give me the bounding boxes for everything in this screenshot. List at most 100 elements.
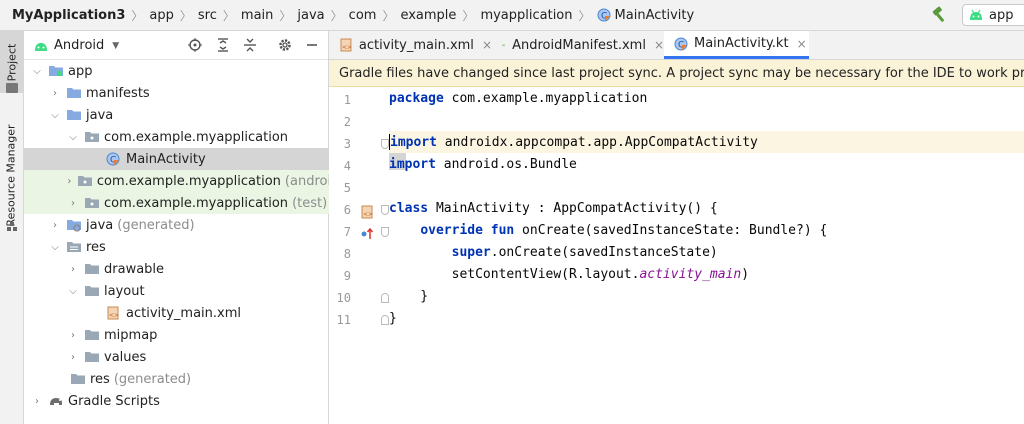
tree-item-values[interactable]: › values: [24, 346, 370, 368]
collapse-all-icon[interactable]: [243, 38, 257, 52]
generated-folder-icon: [66, 218, 82, 232]
chevron-right-icon: 〉: [578, 8, 591, 23]
code-line[interactable]: [389, 109, 1024, 131]
chevron-right-icon[interactable]: ›: [66, 174, 73, 188]
code-token: }: [389, 310, 397, 326]
breadcrumb-mainactivity[interactable]: MainActivity: [615, 8, 695, 23]
fold-marker-icon[interactable]: [381, 205, 389, 215]
run-configuration-selector[interactable]: app: [962, 4, 1024, 26]
hide-panel-icon[interactable]: [305, 38, 319, 52]
fold-marker-icon[interactable]: [381, 293, 389, 303]
fold-marker-icon[interactable]: [381, 227, 389, 237]
project-view-selector[interactable]: Android ▼: [34, 31, 119, 60]
breadcrumb-main[interactable]: main: [241, 8, 273, 23]
override-gutter-icon[interactable]: [360, 227, 374, 245]
tab-label: AndroidManifest.xml: [512, 37, 646, 53]
editor-tab-bar: <> activity_main.xml × MF AndroidManifes…: [329, 31, 1024, 60]
tree-item-res[interactable]: ⌵ res: [24, 236, 352, 258]
gradle-sync-banner: Gradle files have changed since last pro…: [329, 60, 1024, 87]
chevron-down-icon[interactable]: ⌵: [48, 108, 62, 122]
code-line[interactable]: import android.os.Bundle: [389, 153, 1024, 175]
code-line[interactable]: }: [389, 285, 1024, 307]
chevron-down-icon[interactable]: ⌵: [66, 130, 80, 144]
layout-file-gutter-icon[interactable]: <>: [360, 205, 374, 223]
tree-item-manifests[interactable]: › manifests: [24, 82, 352, 104]
code-token: androidx.appcompat.app.AppCompatActivity: [436, 134, 758, 150]
code-token: import: [389, 156, 436, 172]
tree-item-package[interactable]: ⌵ com.example.myapplication: [24, 126, 370, 148]
breadcrumb-app[interactable]: app: [149, 8, 173, 23]
code-editor[interactable]: package com.example.myapplication import …: [389, 87, 1024, 424]
tree-item-mipmap[interactable]: › mipmap: [24, 324, 370, 346]
code-line[interactable]: override fun onCreate(savedInstanceState…: [389, 219, 1024, 241]
tab-activity-main-xml[interactable]: <> activity_main.xml ×: [329, 31, 492, 59]
gradle-elephant-icon: [48, 394, 64, 408]
chevron-right-icon[interactable]: ›: [66, 262, 80, 276]
breadcrumb-example[interactable]: example: [400, 8, 456, 23]
code-token: MainActivity : AppCompatActivity() {: [428, 200, 718, 216]
chevron-right-icon[interactable]: ›: [66, 328, 80, 342]
chevron-right-icon: 〉: [330, 8, 343, 23]
tree-item-layout[interactable]: ⌵ layout: [24, 280, 370, 302]
chevron-right-icon[interactable]: ›: [48, 86, 62, 100]
svg-text:<>: <>: [363, 211, 373, 218]
tab-mainactivity-kt[interactable]: C MainActivity.kt ×: [664, 31, 809, 59]
tree-item-gradle-scripts[interactable]: › Gradle Scripts: [24, 390, 334, 412]
line-number: 4: [343, 159, 351, 173]
tree-item-package-androidtest[interactable]: › com.example.myapplication (androidTest…: [24, 170, 370, 192]
tool-window-tab-resource-manager[interactable]: Resource Manager: [0, 115, 23, 235]
code-token: class: [389, 200, 429, 216]
close-icon[interactable]: ×: [654, 38, 664, 52]
breadcrumb-project[interactable]: MyApplication3: [12, 8, 125, 23]
breadcrumb-myapplication[interactable]: myapplication: [480, 8, 572, 23]
module-folder-icon: [48, 64, 64, 78]
fold-marker-icon[interactable]: [381, 315, 389, 325]
tree-item-package-test[interactable]: › com.example.myapplication (test): [24, 192, 370, 214]
build-hammer-icon[interactable]: [930, 6, 948, 24]
tree-item-java-generated[interactable]: › java (generated): [24, 214, 352, 236]
locate-target-icon[interactable]: [188, 38, 202, 52]
tree-item-drawable[interactable]: › drawable: [24, 258, 370, 280]
close-icon[interactable]: ×: [797, 37, 807, 51]
chevron-down-icon[interactable]: ⌵: [30, 64, 44, 78]
android-icon: [35, 42, 47, 51]
tree-item-suffix: (test): [292, 195, 328, 211]
tree-item-java[interactable]: ⌵ java: [24, 104, 352, 126]
code-line[interactable]: class MainActivity : AppCompatActivity()…: [389, 197, 1024, 219]
code-line[interactable]: package com.example.myapplication: [389, 87, 1024, 109]
tree-item-label: com.example.myapplication: [104, 195, 289, 211]
code-line[interactable]: }: [389, 307, 1024, 329]
breadcrumb-src[interactable]: src: [198, 8, 217, 23]
tool-window-stripe: Project Resource Manager: [0, 31, 24, 424]
expand-all-icon[interactable]: [216, 38, 230, 52]
line-number: 10: [336, 291, 351, 305]
code-line[interactable]: import androidx.appcompat.app.AppCompatA…: [389, 131, 1024, 153]
code-line[interactable]: setContentView(R.layout. activity_main): [389, 263, 1024, 285]
chevron-right-icon[interactable]: ›: [30, 394, 44, 408]
tree-item-label: activity_main.xml: [126, 305, 242, 321]
tree-item-res-generated[interactable]: res (generated): [24, 368, 370, 390]
tree-item-app[interactable]: ⌵ app: [24, 60, 334, 82]
code-token: .onCreate(savedInstanceState): [490, 244, 718, 260]
line-number: 8: [343, 247, 351, 261]
chevron-right-icon[interactable]: ›: [48, 218, 62, 232]
code-line[interactable]: super .onCreate(savedInstanceState): [389, 241, 1024, 263]
chevron-right-icon[interactable]: ›: [66, 196, 80, 210]
chevron-down-icon[interactable]: ⌵: [66, 284, 80, 298]
code-line[interactable]: [389, 175, 1024, 197]
manifest-file-icon: MF: [502, 43, 506, 47]
breadcrumb-java[interactable]: java: [297, 8, 324, 23]
chevron-right-icon: 〉: [131, 8, 144, 23]
code-token: com.example.myapplication: [443, 90, 648, 106]
close-icon[interactable]: ×: [482, 38, 492, 52]
tree-item-label: Gradle Scripts: [68, 393, 160, 409]
editor-gutter: 1 2 3 4 5 6 7 8 9 10 11 <>: [329, 87, 389, 424]
code-token: import: [390, 134, 437, 150]
fold-marker-icon[interactable]: [381, 139, 389, 149]
tab-android-manifest[interactable]: MF AndroidManifest.xml ×: [492, 31, 664, 59]
breadcrumb-com[interactable]: com: [349, 8, 377, 23]
tab-label: MainActivity.kt: [694, 36, 789, 51]
chevron-right-icon[interactable]: ›: [66, 350, 80, 364]
chevron-down-icon[interactable]: ⌵: [48, 240, 62, 254]
gear-icon[interactable]: [278, 38, 292, 52]
